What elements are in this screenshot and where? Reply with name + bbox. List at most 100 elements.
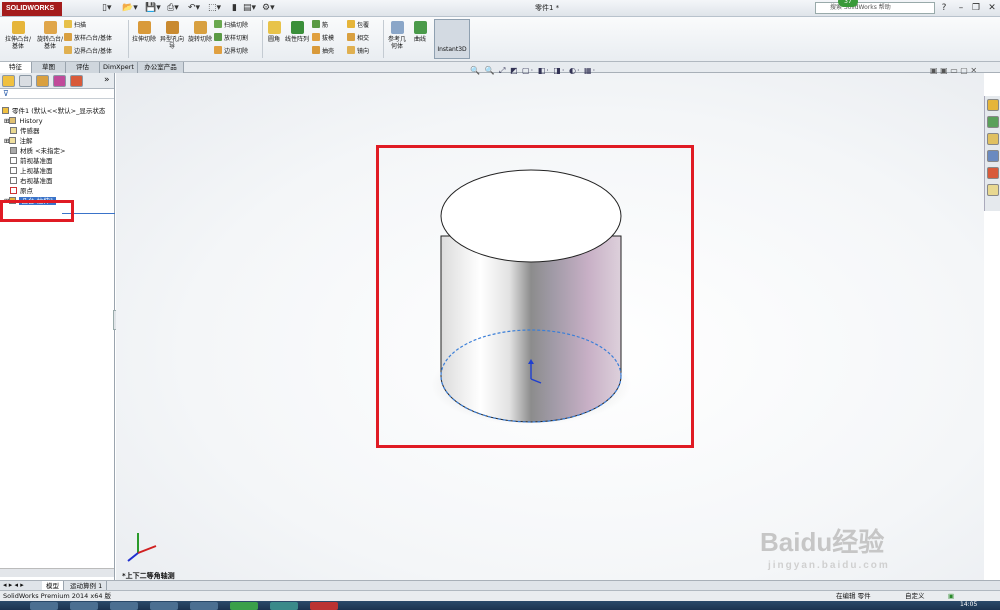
filter-icon[interactable]: ⊽ [3, 89, 9, 98]
rib-button[interactable]: 筋 [312, 20, 328, 30]
highlight-box-feature [0, 200, 74, 222]
expand-arrow-icon[interactable]: » [104, 75, 110, 85]
configuration-tab-icon[interactable] [36, 75, 49, 87]
title-bar: SOLIDWORKS ▯▾ 📂▾ 💾▾ ⎙▾ ↶▾ ⬚▾ ▮ ▤▾ ⚙▾ 零件1… [0, 0, 1000, 17]
swept-cut-button[interactable]: 扫描切除 [214, 20, 248, 30]
extrude-cut-button[interactable]: 拉伸切除 [131, 21, 157, 43]
graphics-area[interactable]: *上下二等角轴测 [116, 73, 984, 580]
minimize-icon[interactable]: – [954, 2, 968, 14]
taskbar-app[interactable] [270, 602, 298, 610]
tree-root[interactable]: 零件1 (默认<<默认>_显示状态 [2, 106, 105, 116]
taskbar-app[interactable] [190, 602, 218, 610]
custom-properties-icon[interactable] [987, 184, 999, 196]
command-manager-ribbon: 拉伸凸台/基体 旋转凸台/基体 扫描 放样凸台/基体 边界凸台/基体 拉伸切除 … [0, 17, 1000, 62]
document-title: 零件1 * [535, 4, 560, 12]
options-icon[interactable]: ⚙▾ [262, 2, 275, 14]
heads-up-view-toolbar[interactable]: 🔍 🔍 ⤢ ◩ ▢· ◧· ◨· ◐· ▦· [470, 66, 596, 76]
status-units[interactable]: 自定义 [905, 591, 925, 601]
appearances-icon[interactable] [987, 167, 999, 179]
status-editing: 在编辑 零件 [836, 592, 871, 600]
taskbar-app[interactable] [30, 602, 58, 610]
tab-features[interactable]: 特征 [0, 62, 32, 73]
undo-icon[interactable]: ↶▾ [188, 2, 200, 14]
solidworks-logo[interactable]: SOLIDWORKS [2, 2, 62, 16]
extrude-boss-icon [11, 21, 25, 34]
dimxpert-tab-icon[interactable] [53, 75, 66, 87]
taskbar-app[interactable] [110, 602, 138, 610]
tree-item-history[interactable]: ⊞ History [4, 116, 43, 126]
panel-scrollbar[interactable] [0, 568, 114, 577]
feature-tree-tab-icon[interactable] [2, 75, 15, 87]
taskbar-app[interactable] [150, 602, 178, 610]
shell-button[interactable]: 抽壳 [312, 46, 334, 56]
intersect-icon [347, 33, 355, 41]
close-icon[interactable]: ✕ [985, 2, 999, 14]
tab-evaluate[interactable]: 评估 [66, 62, 100, 73]
draft-button[interactable]: 拔模 [312, 33, 334, 43]
file-explorer-icon[interactable] [987, 133, 999, 145]
windows-taskbar: 14:05 [0, 601, 1000, 610]
display-manager-tab-icon[interactable] [70, 75, 83, 87]
property-manager-tab-icon[interactable] [19, 75, 32, 87]
taskbar-app[interactable] [230, 602, 258, 610]
new-document-icon[interactable]: ▯▾ [102, 2, 111, 14]
tab-dimxpert[interactable]: DimXpert [100, 62, 138, 73]
taskbar-clock: 14:05 [960, 601, 978, 608]
sweep-button[interactable]: 扫描 [64, 20, 86, 30]
file-properties-icon[interactable]: ▤▾ [243, 2, 256, 14]
view-palette-icon[interactable] [987, 150, 999, 162]
mirror-button[interactable]: 镜向 [347, 46, 369, 56]
save-icon[interactable]: 💾▾ [145, 2, 161, 14]
hole-wizard-button[interactable]: 异型孔向导 [158, 21, 186, 50]
taskbar-app[interactable] [70, 602, 98, 610]
instant3d-button[interactable]: Instant3D [434, 19, 470, 59]
tree-item-sensors[interactable]: 传感器 [10, 126, 40, 136]
notification-badge[interactable]: 37 [838, 0, 858, 7]
tab-office-products[interactable]: 办公室产品 [138, 62, 184, 73]
baidu-watermark-logo: Baidu经验 [760, 527, 885, 557]
reference-geometry-button[interactable]: 参考几何体 [386, 21, 408, 50]
intersect-button[interactable]: 相交 [347, 33, 369, 43]
tree-item-front-plane[interactable]: 前视基准面 [10, 156, 53, 166]
draft-icon [312, 33, 320, 41]
revolve-boss-button[interactable]: 旋转凸台/基体 [35, 21, 65, 50]
fillet-button[interactable]: 圆角 [265, 21, 283, 43]
select-icon[interactable]: ⬚▾ [208, 2, 221, 14]
loft-boss-button[interactable]: 放样凸台/基体 [64, 33, 112, 43]
rebuild-icon[interactable]: ▮ [232, 2, 237, 14]
history-icon [9, 117, 17, 124]
fillet-icon [267, 21, 281, 34]
restore-icon[interactable]: ❐ [969, 2, 983, 14]
plane-icon [10, 167, 17, 174]
open-icon[interactable]: 📂▾ [122, 2, 138, 14]
wrap-button[interactable]: 包覆 [347, 20, 369, 30]
reference-geometry-icon [390, 21, 404, 34]
boundary-cut-button[interactable]: 边界切除 [214, 46, 248, 56]
rib-icon [312, 20, 320, 28]
design-library-icon[interactable] [987, 116, 999, 128]
tree-item-top-plane[interactable]: 上视基准面 [10, 166, 53, 176]
tree-item-right-plane[interactable]: 右视基准面 [10, 176, 53, 186]
linear-pattern-button[interactable]: 线性阵列 [285, 21, 309, 43]
curves-button[interactable]: 曲线 [410, 21, 430, 43]
wrap-icon [347, 20, 355, 28]
viewport-window-controls[interactable]: ▣ ▣ ▭ ▢ ✕ [930, 66, 977, 75]
print-icon[interactable]: ⎙▾ [167, 2, 179, 14]
status-help-icon[interactable]: ▣ [948, 591, 954, 601]
tree-item-origin[interactable]: 原点 [10, 186, 33, 196]
baidu-watermark-url: jingyan.baidu.com [768, 560, 890, 571]
boundary-boss-button[interactable]: 边界凸台/基体 [64, 46, 112, 56]
taskbar-solidworks[interactable] [310, 602, 338, 610]
tree-item-annotations[interactable]: ⊞ 注解 [4, 136, 32, 146]
task-pane [984, 96, 1000, 211]
tree-item-material[interactable]: 材质 <未指定> [10, 146, 65, 156]
revolve-cut-button[interactable]: 旋转切除 [187, 21, 213, 43]
lofted-cut-button[interactable]: 放样切割 [214, 33, 248, 43]
tab-sketch[interactable]: 草图 [32, 62, 66, 73]
help-search-input[interactable]: 搜索 SolidWorks 帮助 [815, 2, 935, 14]
extrude-cut-icon [137, 21, 151, 34]
extrude-boss-button[interactable]: 拉伸凸台/基体 [3, 21, 33, 50]
help-icon[interactable]: ? [937, 2, 951, 14]
tab-scroll-arrows[interactable]: ◂ ▸ ◂ ▸ [3, 581, 24, 589]
resources-icon[interactable] [987, 99, 999, 111]
